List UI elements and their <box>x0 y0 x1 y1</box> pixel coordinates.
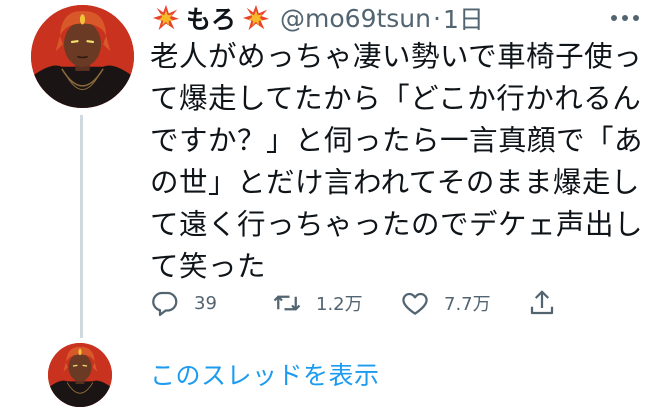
user-handle[interactable]: @mo69tsun <box>280 4 431 33</box>
heart-icon <box>402 292 428 315</box>
retweet-button[interactable]: 1.2万 <box>272 286 363 320</box>
more-options-icon[interactable] <box>610 10 640 24</box>
share-button[interactable] <box>527 286 557 320</box>
tweet-text-line: 老人がめっちゃ凄い勢いで車椅子使っ <box>150 40 643 73</box>
retweet-icon <box>273 295 301 311</box>
tweet-text-line: て笑った <box>150 250 267 283</box>
tweet-text-line: ですか？」と伺ったら一言真顔で「あ <box>150 124 644 157</box>
reply-icon <box>152 291 178 316</box>
avatar-image <box>48 343 112 407</box>
thread-avatar[interactable] <box>48 343 112 407</box>
tweet[interactable]: もろ @mo69tsun · 1日 老人がめっちゃ凄い勢いで車椅子使っ て爆走し… <box>0 0 668 338</box>
show-thread-link[interactable]: このスレッドを表示 <box>150 356 380 392</box>
display-name[interactable]: もろ <box>186 0 236 36</box>
reply-button[interactable]: 39 <box>150 286 217 320</box>
tweet-text-line: の世」とだけ言われてそのまま爆走し <box>150 166 640 199</box>
like-count: 7.7万 <box>444 294 491 315</box>
retweet-count: 1.2万 <box>316 294 363 315</box>
tweet-text: 老人がめっちゃ凄い勢いで車椅子使っ て爆走してたから「どこか行かれるん ですか？… <box>150 36 650 288</box>
avatar-image <box>31 5 134 108</box>
tweet-text-line: て爆走してたから「どこか行かれるん <box>150 82 642 115</box>
tweet-actions: 39 1.2万 7.7万 <box>150 286 570 320</box>
collision-icon <box>242 4 270 32</box>
thread-line <box>80 115 83 338</box>
separator-dot: · <box>433 3 441 33</box>
tweet-text-line: て遠く行っちゃったのでデケェ声出し <box>150 208 644 241</box>
like-button[interactable]: 7.7万 <box>400 286 491 320</box>
tweet-header: もろ @mo69tsun · 1日 <box>150 0 484 36</box>
share-icon <box>530 290 554 315</box>
collision-icon <box>152 4 180 32</box>
avatar[interactable] <box>31 5 134 108</box>
tweet-timestamp[interactable]: 1日 <box>443 0 484 36</box>
reply-count: 39 <box>194 292 217 314</box>
